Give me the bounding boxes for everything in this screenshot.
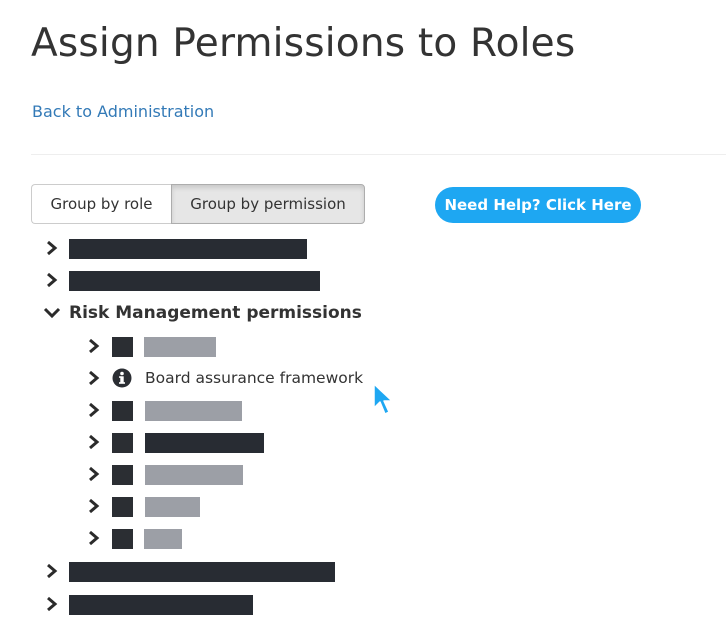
chevron-right-icon[interactable] (87, 370, 101, 386)
redacted-icon (112, 465, 133, 485)
chevron-right-icon[interactable] (87, 530, 101, 546)
page-title: Assign Permissions to Roles (31, 21, 576, 66)
mouse-cursor-icon (373, 383, 393, 415)
redacted-group-label (69, 271, 320, 291)
redacted-item-label (145, 401, 242, 421)
redacted-item-label (145, 465, 243, 485)
redacted-item-label (144, 337, 216, 357)
group-by-role-button[interactable]: Group by role (31, 184, 171, 224)
redacted-group-label (69, 595, 253, 615)
redacted-group-label (69, 562, 335, 582)
chevron-right-icon[interactable] (87, 402, 101, 418)
need-help-button[interactable]: Need Help? Click Here (435, 187, 641, 223)
redacted-item-label (144, 529, 182, 549)
chevron-right-icon[interactable] (87, 498, 101, 514)
group-by-permission-button[interactable]: Group by permission (171, 184, 365, 224)
grouping-toggle: Group by role Group by permission (31, 184, 365, 224)
redacted-icon (112, 401, 133, 421)
redacted-item-label (145, 497, 200, 517)
redacted-icon (112, 529, 133, 549)
redacted-item-label (145, 433, 264, 453)
chevron-down-icon[interactable] (43, 306, 61, 320)
info-icon (112, 368, 132, 388)
back-to-administration-link[interactable]: Back to Administration (32, 101, 214, 123)
redacted-icon (112, 433, 133, 453)
chevron-right-icon[interactable] (45, 596, 59, 612)
chevron-right-icon[interactable] (45, 563, 59, 579)
redacted-icon (112, 337, 133, 357)
chevron-right-icon[interactable] (87, 434, 101, 450)
risk-management-group-label[interactable]: Risk Management permissions (69, 302, 362, 324)
chevron-right-icon[interactable] (45, 272, 59, 288)
chevron-right-icon[interactable] (87, 466, 101, 482)
board-assurance-framework-label[interactable]: Board assurance framework (145, 368, 363, 388)
redacted-icon (112, 497, 133, 517)
divider (31, 154, 726, 155)
chevron-right-icon[interactable] (45, 240, 59, 256)
chevron-right-icon[interactable] (87, 338, 101, 354)
redacted-group-label (69, 239, 307, 259)
